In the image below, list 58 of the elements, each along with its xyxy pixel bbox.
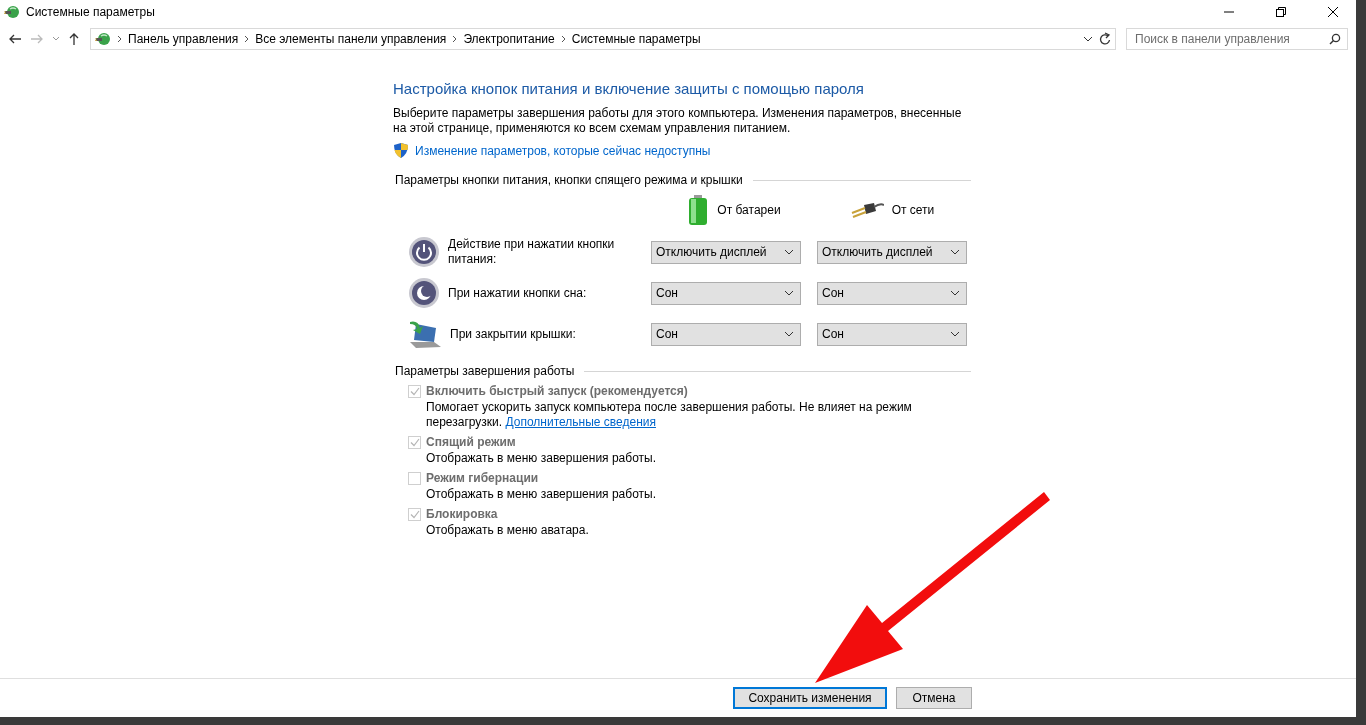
dropdown[interactable]: Сон	[651, 281, 801, 305]
checkbox-label: Спящий режим	[426, 435, 517, 449]
breadcrumb[interactable]: Системные параметры	[571, 32, 701, 46]
dropdown[interactable]: Сон	[817, 281, 967, 305]
section-title: Параметры завершения работы	[395, 364, 575, 378]
breadcrumb[interactable]: Все элементы панели управления	[255, 32, 447, 46]
column-header: От сети	[891, 203, 935, 217]
dropdown[interactable]: Отключить дисплей	[651, 240, 801, 264]
chevron-right-icon	[560, 35, 566, 43]
back-arrow-icon	[8, 33, 22, 45]
control-panel-icon	[4, 4, 20, 20]
up-arrow-icon	[68, 32, 80, 46]
dropdown[interactable]: Сон	[651, 322, 801, 346]
chevron-down-icon	[784, 290, 794, 296]
dropdown[interactable]: Сон	[817, 322, 967, 346]
search-field[interactable]: Поиск в панели управления	[1126, 28, 1348, 50]
checkbox-label: Режим гибернации	[426, 471, 540, 485]
search-icon	[1329, 33, 1341, 45]
page-description: Выберите параметры завершения работы для этого компьютера. Изменения параметров, внесенные на этой странице, применяются ко всем схемам управления питанием.	[393, 106, 963, 136]
refresh-icon[interactable]	[1099, 32, 1111, 46]
cancel-button[interactable]: Отмена	[896, 687, 972, 709]
breadcrumb[interactable]: Электропитание	[463, 32, 555, 46]
dropdown[interactable]: Отключить дисплей	[817, 240, 967, 264]
close-icon	[1328, 7, 1338, 17]
checkbox-label: Блокировка	[426, 507, 499, 521]
column-header: От батареи	[717, 203, 781, 217]
row-label: Действие при нажатии кнопки питания:	[448, 237, 616, 267]
control-panel-icon	[95, 31, 111, 47]
chevron-down-icon	[950, 331, 960, 337]
row-label: При закрытии крышки:	[450, 326, 577, 342]
chevron-right-icon	[117, 35, 122, 43]
option-description: Помогает ускорить запуск компьютера после завершения работы. Не влияет на режим перезагрузки. Дополнительные сведения	[426, 400, 913, 430]
moon-icon	[408, 277, 440, 309]
window-title: Системные параметры	[26, 5, 156, 19]
chevron-down-icon	[784, 331, 794, 337]
chevron-down-icon[interactable]	[1083, 36, 1093, 42]
admin-settings-link[interactable]: Изменение параметров, которые сейчас недоступны	[415, 143, 711, 158]
save-button[interactable]: Сохранить изменения	[733, 687, 887, 709]
restore-icon	[1276, 7, 1286, 17]
forward-arrow-icon	[30, 33, 44, 45]
chevron-right-icon	[244, 35, 250, 43]
row-label: При нажатии кнопки сна:	[448, 285, 588, 301]
chevron-right-icon	[452, 35, 458, 43]
chevron-down-icon	[784, 249, 794, 255]
shield-icon	[393, 142, 409, 159]
section-title: Параметры кнопки питания, кнопки спящего режима и крышки	[395, 173, 743, 187]
chevron-down-icon	[950, 290, 960, 296]
battery-icon	[687, 194, 710, 226]
checkbox-label: Включить быстрый запуск (рекомендуется)	[426, 384, 689, 398]
address-bar[interactable]: Панель управления Все элементы панели управления Электропитание Системные параметры	[90, 28, 1116, 50]
chevron-down-icon	[950, 249, 960, 255]
option-description: Отображать в меню завершения работы.	[426, 487, 657, 502]
breadcrumb[interactable]: Панель управления	[128, 32, 239, 46]
option-description: Отображать в меню завершения работы.	[426, 451, 657, 466]
chevron-down-icon	[52, 36, 60, 42]
page-heading: Настройка кнопок питания и включение защиты с помощью пароля	[393, 80, 865, 97]
option-description: Отображать в меню аватара.	[426, 523, 590, 538]
power-icon	[408, 236, 440, 268]
